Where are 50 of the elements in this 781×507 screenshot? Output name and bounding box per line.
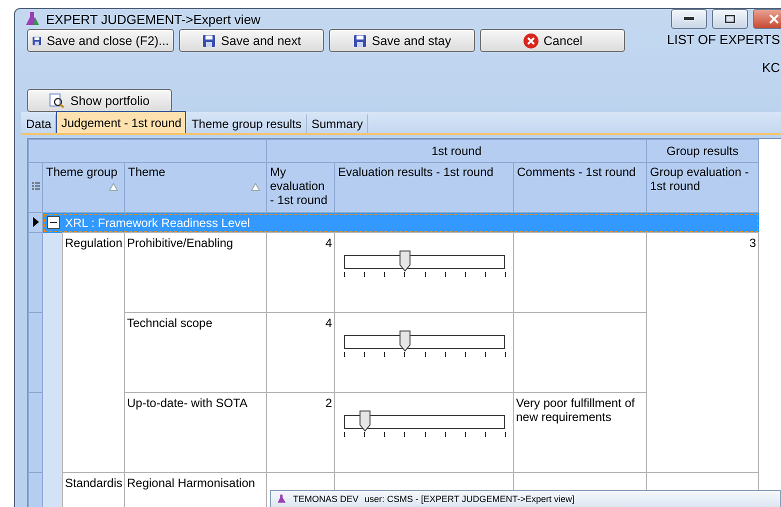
minimize-button[interactable] bbox=[671, 9, 707, 29]
cancel-button[interactable]: Cancel bbox=[480, 29, 625, 52]
theme-cell: Prohibitive/Enabling bbox=[124, 232, 266, 312]
evaluation-cell: 4 bbox=[266, 232, 334, 312]
maximize-icon bbox=[725, 15, 735, 23]
header-label: LIST OF EXPERTS bbox=[667, 32, 780, 47]
save-button[interactable]: Save and next bbox=[179, 29, 324, 52]
theme-cell: Up-to-date- with SOTA bbox=[124, 392, 266, 472]
save-icon bbox=[202, 34, 216, 48]
slider-thumb[interactable] bbox=[398, 330, 411, 352]
maximize-button[interactable] bbox=[712, 9, 748, 29]
band-header: Group results bbox=[646, 140, 758, 162]
slider-thumb[interactable] bbox=[398, 250, 411, 272]
save-button[interactable]: Save and stay bbox=[329, 29, 475, 52]
show-portfolio-button[interactable]: Show portfolio bbox=[27, 89, 172, 112]
column-header[interactable]: Group evaluation - 1st round bbox=[646, 162, 758, 212]
flask-icon bbox=[277, 494, 287, 504]
magnifier-icon bbox=[49, 92, 66, 108]
tab[interactable]: Judgement - 1st round bbox=[56, 111, 186, 133]
collapse-icon[interactable] bbox=[47, 216, 60, 228]
column-header[interactable]: Comments - 1st round bbox=[514, 162, 646, 212]
column-header[interactable]: Evaluation results - 1st round bbox=[334, 162, 514, 212]
column-header[interactable]: Theme bbox=[124, 162, 266, 212]
preview-app-name: TEMONAS DEV bbox=[293, 494, 359, 504]
save-icon bbox=[352, 34, 367, 48]
theme-group-cell: Regulation bbox=[62, 232, 124, 472]
tab[interactable]: Summary bbox=[306, 114, 368, 133]
column-header[interactable]: Theme group bbox=[42, 162, 124, 212]
taskbar-preview[interactable]: TEMONAS DEV user: CSMS - [EXPERT JUDGEMENT->Expert view] bbox=[270, 490, 781, 507]
cancel-icon bbox=[522, 32, 539, 48]
sort-icon bbox=[109, 183, 118, 191]
close-icon bbox=[769, 14, 779, 24]
evaluation-cell: 4 bbox=[266, 312, 334, 392]
column-header[interactable]: My evaluation - 1st round bbox=[266, 162, 334, 212]
window-title: EXPERT JUDGEMENT->Expert view bbox=[46, 12, 262, 26]
group-label: XRL : Framework Readiness Level bbox=[65, 216, 250, 230]
evaluation-cell: 2 bbox=[266, 392, 334, 472]
slider-thumb[interactable] bbox=[358, 410, 371, 432]
sort-icon bbox=[251, 183, 260, 191]
current-row-icon bbox=[32, 216, 38, 226]
save-button[interactable]: Save and close (F2)... bbox=[27, 29, 174, 52]
preview-caption: user: CSMS - [EXPERT JUDGEMENT->Expert view] bbox=[364, 494, 574, 504]
tab[interactable]: Theme group results bbox=[186, 114, 306, 133]
flask-icon bbox=[25, 11, 41, 27]
band-header: 1st round bbox=[266, 140, 646, 162]
column-chooser-icon[interactable] bbox=[32, 182, 40, 192]
theme-group-cell: Standardis bbox=[62, 472, 124, 507]
theme-cell: Techncial scope bbox=[124, 312, 266, 392]
minimize-icon bbox=[684, 17, 694, 21]
header-label: KC bbox=[762, 60, 780, 75]
